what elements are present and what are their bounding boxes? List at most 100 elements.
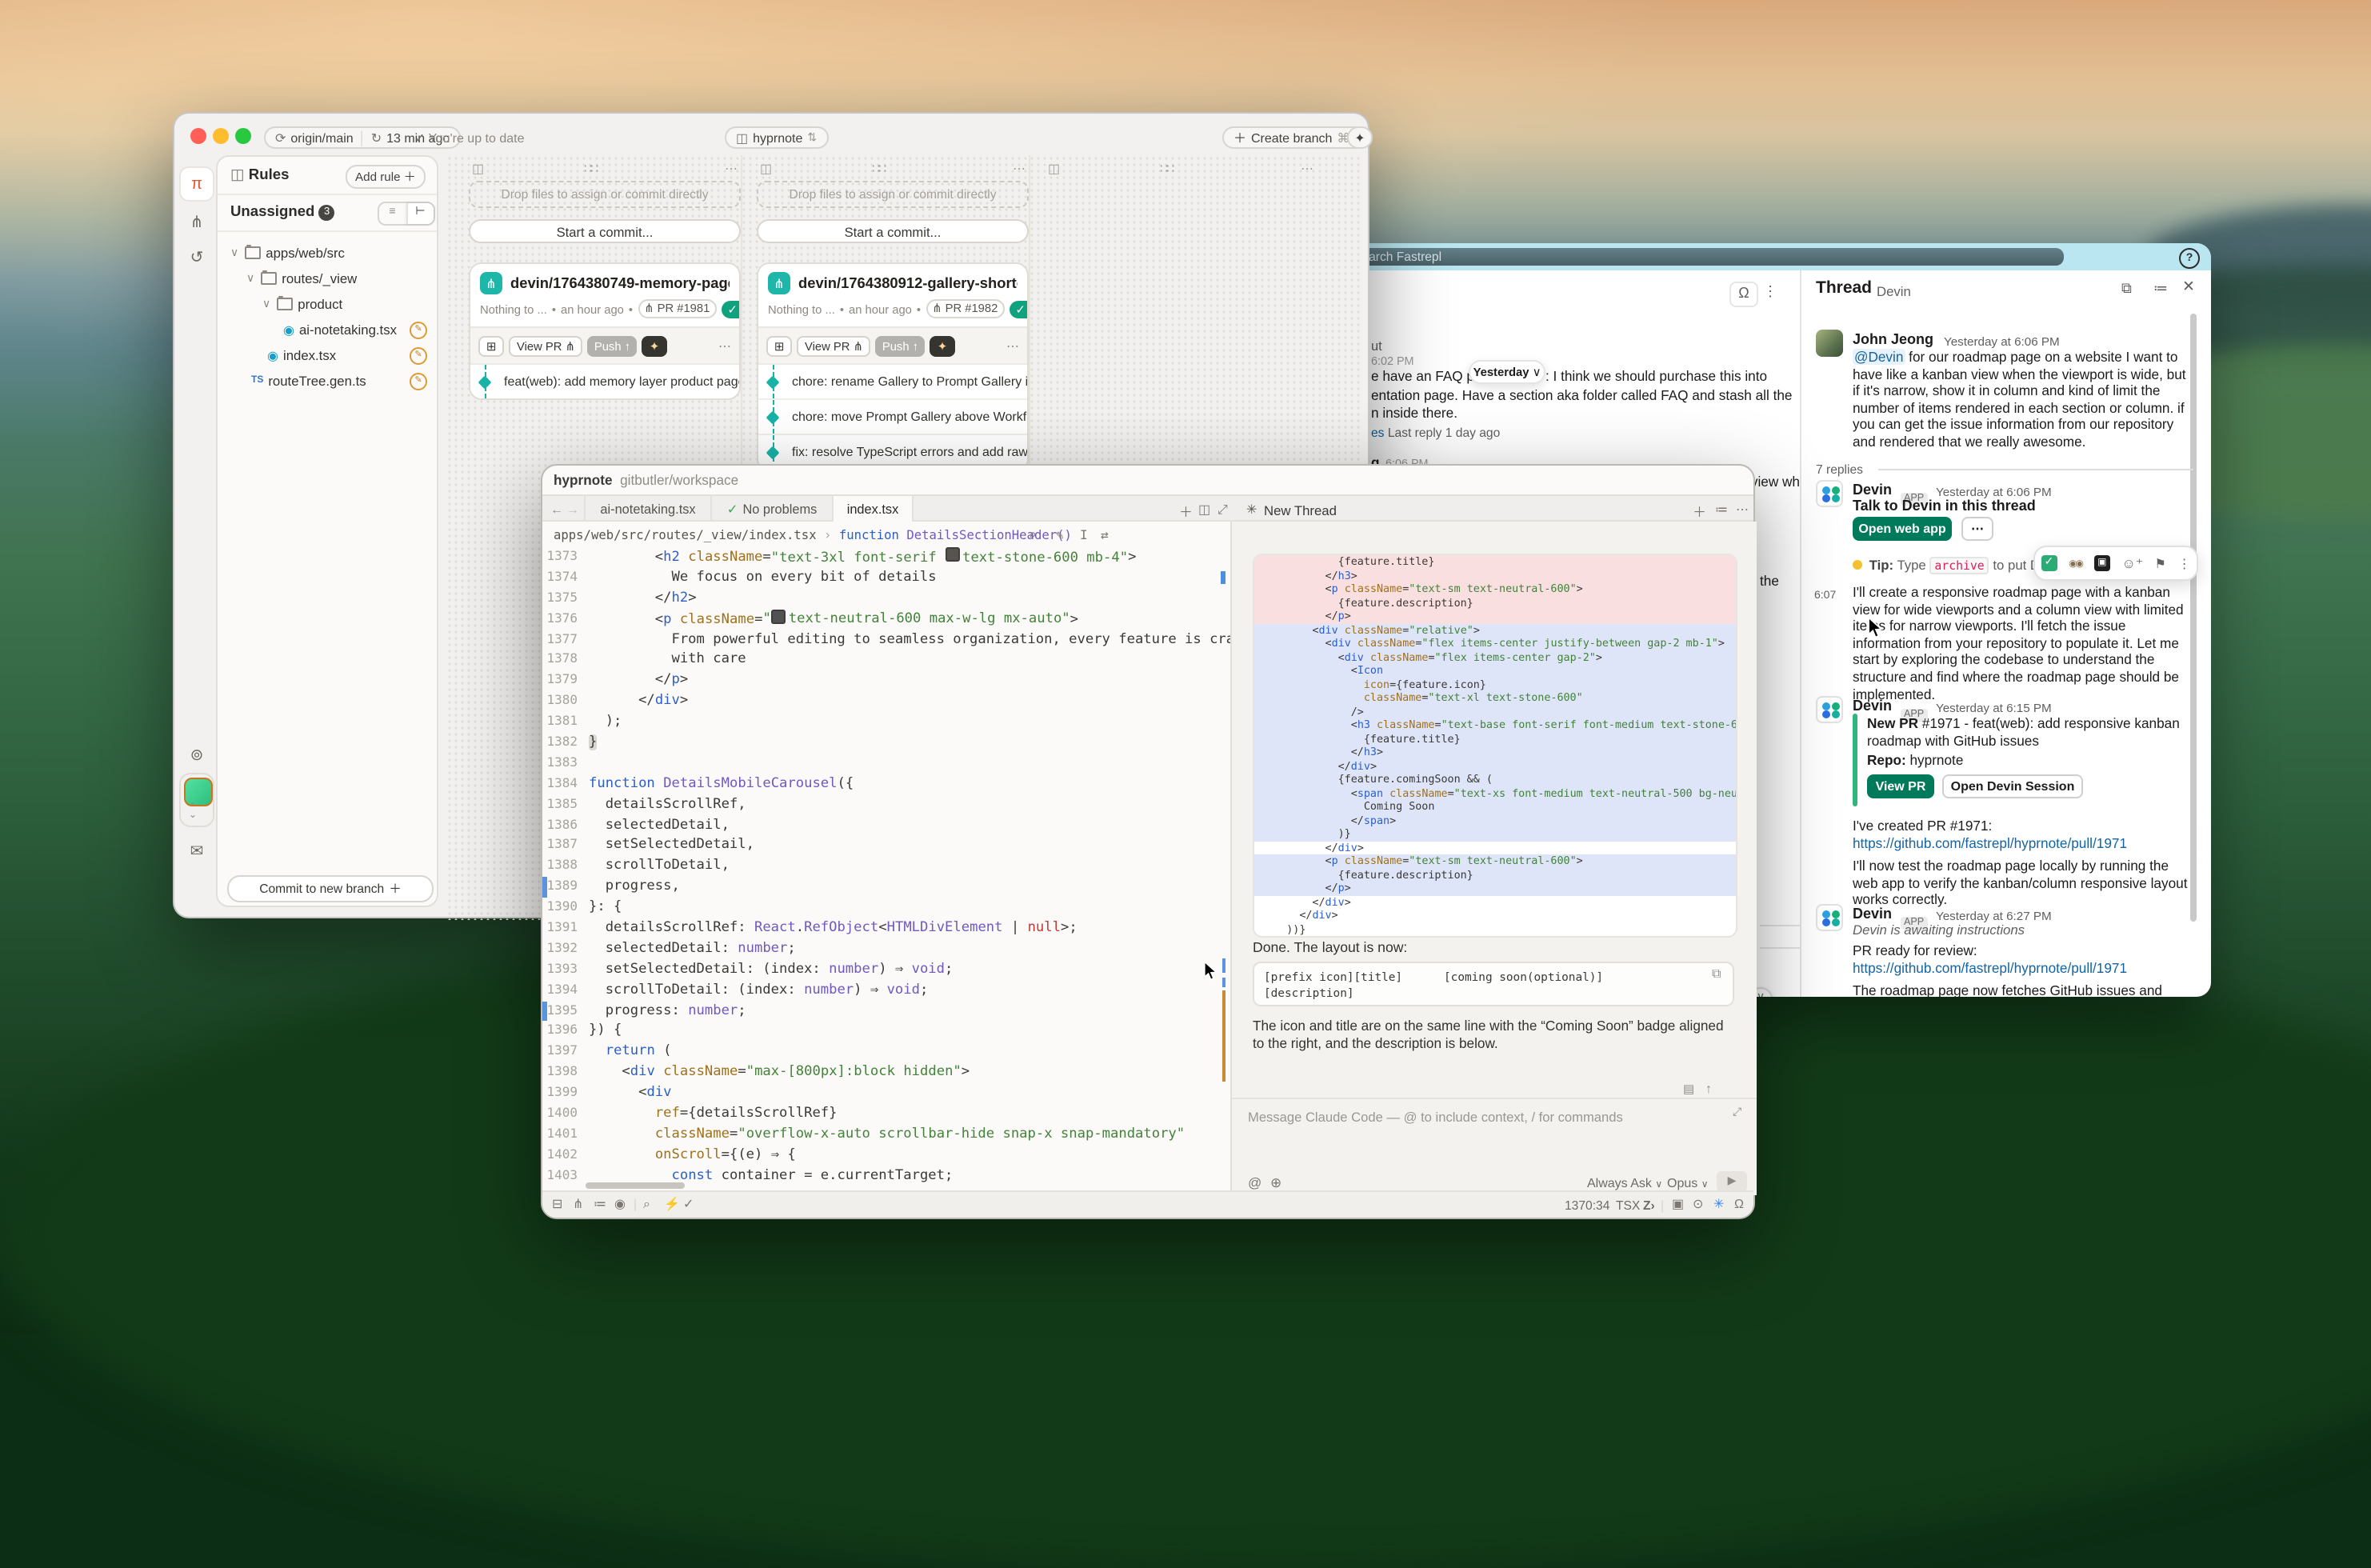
code-line[interactable]: 1377 From powerful editing to seamless o… — [542, 630, 1230, 650]
avatar[interactable] — [1816, 330, 1843, 357]
git-panel-icon[interactable]: ⋔ — [573, 1197, 583, 1211]
tree-item-index-tsx[interactable]: ◉index.tsx✎ — [218, 342, 437, 368]
tab-diagnostics[interactable]: ✓No problems — [712, 496, 834, 522]
pr-link[interactable]: https://github.com/fastrepl/hyprnote/pul… — [1853, 960, 2127, 977]
tree-item-ai-notetaking-tsx[interactable]: ◉ai-notetaking.tsx✎ — [218, 317, 437, 342]
code-line[interactable]: 1387 setSelectedDetail, — [542, 836, 1230, 857]
commit-to-new-branch-button[interactable]: Commit to new branch＋ — [227, 875, 434, 902]
zoom-traffic-light[interactable] — [235, 128, 251, 144]
pr-badge[interactable]: ⋔ PR #1981 — [638, 299, 716, 318]
code-line[interactable]: 1399 <div — [542, 1083, 1230, 1104]
branch-name[interactable]: devin/1764380749-memory-page — [510, 275, 730, 291]
drop-zone[interactable]: Drop files to assign or commit directly — [757, 181, 1029, 208]
code-line[interactable]: 1388 scrollToDetail, — [542, 857, 1230, 878]
code-line[interactable]: 1376 <p className="text-neutral-600 max-… — [542, 609, 1230, 630]
chevron-down-icon[interactable]: ∨ — [230, 246, 238, 259]
permission-mode-select[interactable]: Always Ask ∨ — [1587, 1176, 1662, 1190]
code-line[interactable]: 1378 with care — [542, 650, 1230, 671]
editor-title[interactable]: hyprnote gitbutler/workspace — [554, 472, 738, 488]
mention[interactable]: @Devin — [1853, 349, 1905, 365]
thread-channel[interactable]: Devin — [1877, 282, 1911, 298]
diff-preview-card[interactable]: {feature.title} </h3> <p className="text… — [1253, 554, 1737, 938]
collapse-lane-icon[interactable]: ◫ — [472, 162, 484, 176]
project-switcher[interactable]: ◫ hyprnote ⇅ — [725, 126, 828, 149]
ci-status-badge[interactable]: ✓ Passed — [721, 300, 741, 318]
branch-name[interactable]: devin/1764380912-gallery-shortcuts — [798, 275, 1018, 291]
mail-icon[interactable]: ✉ — [179, 834, 214, 869]
tree-item-routetree-gen-ts[interactable]: TSrouteTree.gen.ts✎ — [218, 368, 437, 394]
panel-menu-icon[interactable]: ⋯ — [1736, 502, 1749, 516]
outline-panel-icon[interactable]: ≔ — [594, 1197, 606, 1211]
open-web-app-button[interactable]: Open web app — [1853, 517, 1952, 541]
expand-input-icon[interactable]: ⤢ — [1733, 1107, 1741, 1120]
ai-actions-button[interactable]: ✦ — [1347, 126, 1373, 149]
review-icon-button[interactable]: ⊞ — [478, 335, 504, 356]
drag-handle-icon[interactable]: ∷∷ — [584, 162, 597, 176]
more-icon[interactable]: ⋮ — [2178, 556, 2191, 570]
list-view-icon[interactable]: ≡ — [379, 203, 406, 224]
expand-icon[interactable]: ⤢ — [1217, 502, 1228, 518]
code-line[interactable]: 1397 return ( — [542, 1042, 1230, 1063]
code-line[interactable]: 1394 scrollToDetail: (index: number) ⇒ v… — [542, 980, 1230, 1001]
history-rail-icon[interactable]: ↺ — [179, 240, 214, 275]
code-line[interactable]: 1391 detailsScrollRef: React.RefObject<H… — [542, 918, 1230, 939]
push-button[interactable]: Push ↑ — [876, 335, 925, 356]
notifications-bell-icon[interactable]: Ω — [1734, 1197, 1744, 1211]
commit-row[interactable]: feat(web): add memory layer product page — [470, 365, 739, 398]
code-line[interactable]: 1393 setSelectedDetail: (index: number) … — [542, 960, 1230, 981]
project-panel-icon[interactable]: ⊟ — [552, 1197, 562, 1211]
code-editor[interactable]: 1373 <h2 className="text-3xl font-serif … — [542, 547, 1230, 1187]
message-input[interactable]: Message Claude Code — @ to include conte… — [1248, 1109, 1623, 1125]
message-author[interactable]: Devin — [1853, 698, 1892, 714]
collapse-lane-icon[interactable]: ◫ — [760, 162, 772, 176]
add-context-icon[interactable]: ⊕ — [1270, 1174, 1281, 1192]
search-status-icon[interactable]: ⌕ — [643, 1197, 650, 1213]
account-switcher[interactable]: ⌃⌄ — [179, 773, 214, 827]
code-line[interactable]: 1381 ); — [542, 712, 1230, 733]
mention-icon[interactable]: @ — [1248, 1174, 1261, 1190]
history-list-icon[interactable]: ≔ — [1715, 502, 1728, 516]
tree-item-product[interactable]: ∨product — [218, 291, 437, 317]
pr-link[interactable]: https://github.com/fastrepl/hyprnote/pul… — [1853, 835, 2127, 852]
add-rule-button[interactable]: Add rule＋ — [346, 165, 426, 189]
diagnostics-lightning-icon[interactable]: ⚡ — [664, 1197, 680, 1211]
minimize-traffic-light[interactable] — [213, 128, 229, 144]
drop-zone[interactable]: Drop files to assign or commit directly — [469, 181, 741, 208]
date-divider-pill[interactable]: Yesterday ∨ — [1469, 360, 1545, 384]
avatar[interactable] — [184, 778, 213, 806]
eyes-reaction-icon[interactable]: ◉◉ — [2069, 558, 2082, 569]
new-tab-icon[interactable]: ＋ — [1179, 502, 1193, 521]
code-line[interactable]: 1390}: { — [542, 898, 1230, 918]
push-button[interactable]: Push ↑ — [588, 335, 637, 356]
code-line[interactable]: 1400 ref={detailsScrollRef} — [542, 1104, 1230, 1125]
split-icon[interactable]: ◫ — [1198, 502, 1210, 516]
code-line[interactable]: 1382} — [542, 733, 1230, 754]
tree-item-routes-view[interactable]: ∨routes/_view — [218, 266, 437, 291]
branches-rail-icon[interactable]: ⋔ — [179, 205, 214, 240]
horizontal-scrollbar[interactable] — [586, 1182, 685, 1189]
workspace-rail-icon[interactable]: π — [179, 166, 214, 202]
zed-predict-icon[interactable]: Z› — [1643, 1198, 1655, 1212]
technologist-reaction-icon[interactable]: ▣ — [2094, 555, 2110, 571]
code-line[interactable]: 1384function DetailsMobileCarousel({ — [542, 774, 1230, 795]
card-menu-icon[interactable]: ⋯ — [1006, 338, 1019, 353]
review-icon-button[interactable]: ⊞ — [766, 335, 792, 356]
lane-menu-icon[interactable]: ⋯ — [725, 162, 738, 176]
settings-gear-icon[interactable]: ⊚ — [179, 738, 214, 773]
tree-view-icon[interactable]: ⊢ — [406, 203, 434, 224]
code-line[interactable]: 1383 — [542, 754, 1230, 774]
code-line[interactable]: 1374 We focus on every bit of details — [542, 568, 1230, 589]
code-line[interactable]: 1386 selectedDetail, — [542, 815, 1230, 836]
help-icon[interactable]: ? — [2179, 248, 2200, 269]
collapse-lane-icon[interactable]: ◫ — [1048, 162, 1060, 176]
avatar-devin[interactable] — [1816, 904, 1843, 931]
view-toggle[interactable]: ≡ ⊢ — [378, 202, 435, 226]
card-menu-icon[interactable]: ⋯ — [718, 338, 731, 353]
new-thread-icon[interactable]: ＋ — [1693, 502, 1706, 521]
chevron-down-icon[interactable]: ∨ — [262, 298, 270, 310]
code-line[interactable]: 1401 className="overflow-x-auto scrollba… — [542, 1125, 1230, 1146]
code-line[interactable]: 1373 <h2 className="text-3xl font-serif … — [542, 547, 1230, 568]
markdown-file-icon[interactable]: ▤ — [1683, 1082, 1694, 1096]
forward-icon[interactable]: → — [566, 502, 579, 517]
view-pr-button[interactable]: View PR ⋔ — [797, 335, 871, 356]
